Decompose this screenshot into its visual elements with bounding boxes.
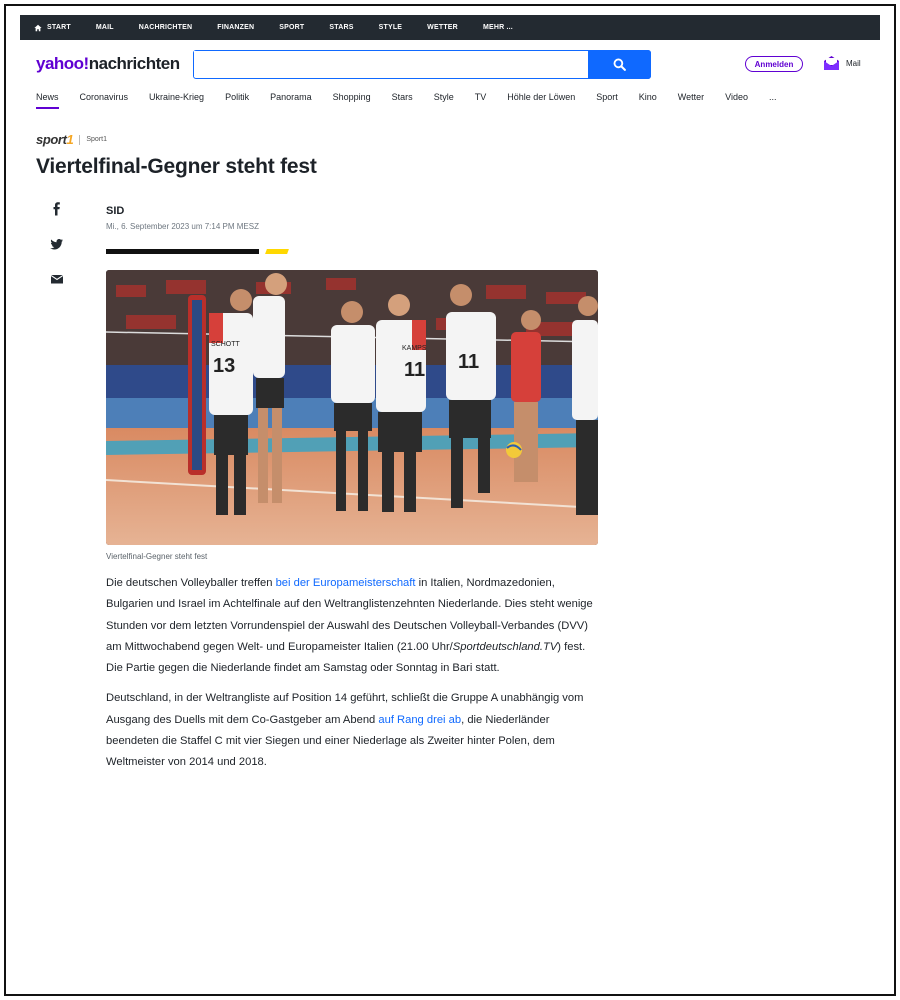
- jersey-name: SCHOTT: [211, 341, 241, 348]
- divider-yellow: [265, 249, 289, 254]
- nav-item-panorama[interactable]: Panorama: [270, 92, 312, 108]
- nav-item-style[interactable]: Style: [434, 92, 454, 108]
- section-navigation: News Coronavirus Ukraine-Krieg Politik P…: [36, 92, 798, 112]
- topbar-item-label: START: [47, 24, 71, 31]
- email-icon[interactable]: [50, 272, 64, 286]
- home-icon: [34, 24, 42, 31]
- search-box: [193, 49, 651, 79]
- yahoo-nachrichten-logo[interactable]: yahoo!nachrichten: [36, 54, 180, 74]
- paragraph-text: Die deutschen Volleyballer treffen: [106, 577, 276, 589]
- topbar-item-label: STARS: [329, 24, 354, 31]
- article-paragraph-1: Die deutschen Volleyballer treffen bei d…: [106, 573, 602, 679]
- divider-black: [106, 249, 259, 254]
- mail-link[interactable]: Mail: [823, 55, 861, 71]
- mail-icon: [824, 56, 839, 70]
- signin-button[interactable]: Anmelden: [745, 56, 803, 72]
- nav-item-kino[interactable]: Kino: [639, 92, 657, 108]
- logo-brand: yahoo!: [36, 54, 89, 73]
- share-bar: [50, 202, 64, 307]
- image-caption: Viertelfinal-Gegner steht fest: [106, 552, 208, 561]
- nav-item-politik[interactable]: Politik: [225, 92, 249, 108]
- search-input[interactable]: [194, 51, 584, 77]
- nav-item-shopping[interactable]: Shopping: [333, 92, 371, 108]
- divider: [79, 134, 81, 145]
- jersey-number: 11: [404, 359, 425, 381]
- link-europameisterschaft[interactable]: bei der Europameisterschaft: [276, 577, 416, 589]
- article-paragraph-2: Deutschland, in der Weltrangliste auf Po…: [106, 688, 602, 773]
- search-button[interactable]: [588, 49, 651, 79]
- nav-item-video[interactable]: Video: [725, 92, 748, 108]
- link-rang-drei[interactable]: auf Rang drei ab: [378, 714, 461, 726]
- search-icon: [613, 58, 626, 71]
- source-name: Sport1: [86, 136, 107, 143]
- volleyball-team-image: SCHOTT 13 KAMPS 11 11: [106, 270, 598, 545]
- nav-item-more[interactable]: ...: [769, 92, 777, 108]
- top-navigation-bar: START MAIL NACHRICHTEN FINANZEN SPORT ST…: [20, 15, 880, 40]
- nav-item-hoehle-der-loewen[interactable]: Höhle der Löwen: [507, 92, 575, 108]
- topbar-item-label: MEHR ...: [482, 24, 513, 31]
- paragraph-italic-text: Sportdeutschland.TV: [452, 640, 558, 653]
- nav-item-sport[interactable]: Sport: [596, 92, 618, 108]
- topbar-item-label: NACHRICHTEN: [138, 24, 193, 31]
- topbar-item-mail[interactable]: MAIL: [96, 24, 114, 31]
- facebook-icon[interactable]: [50, 202, 64, 216]
- nav-item-coronavirus[interactable]: Coronavirus: [80, 92, 129, 108]
- sport1-logo[interactable]: sport1: [36, 132, 74, 147]
- mail-label: Mail: [846, 58, 861, 68]
- jersey-number: 13: [213, 355, 235, 377]
- nav-item-ukraine-krieg[interactable]: Ukraine-Krieg: [149, 92, 204, 108]
- topbar-item-label: STYLE: [378, 24, 403, 31]
- nav-item-stars[interactable]: Stars: [392, 92, 413, 108]
- nav-item-tv[interactable]: TV: [475, 92, 487, 108]
- topbar-item-label: WETTER: [427, 24, 458, 31]
- topbar-item-nachrichten[interactable]: NACHRICHTEN: [139, 24, 193, 31]
- topbar-item-sport[interactable]: SPORT: [279, 24, 304, 31]
- logo-section: nachrichten: [88, 54, 180, 73]
- topbar-item-stars[interactable]: STARS: [329, 24, 353, 31]
- sport1-logo-number: 1: [66, 132, 74, 147]
- nav-item-news[interactable]: News: [36, 92, 59, 109]
- topbar-item-label: FINANZEN: [217, 24, 255, 31]
- topbar-item-label: SPORT: [279, 24, 305, 31]
- topbar-item-style[interactable]: STYLE: [379, 24, 403, 31]
- site-header: yahoo!nachrichten Anmelden Mail: [20, 46, 880, 84]
- article-headline: Viertelfinal-Gegner steht fest: [36, 155, 317, 178]
- article-body: Die deutschen Volleyballer treffen bei d…: [106, 573, 602, 783]
- article-author: SID: [106, 205, 125, 217]
- twitter-icon[interactable]: [50, 237, 64, 251]
- article-photo: SCHOTT 13 KAMPS 11 11: [106, 270, 598, 545]
- topbar-item-mehr[interactable]: MEHR ...: [483, 24, 513, 31]
- sport1-logo-text: sport: [36, 132, 67, 147]
- topbar-item-label: MAIL: [95, 24, 114, 31]
- topbar-item-start[interactable]: START: [34, 24, 71, 32]
- topbar-item-finanzen[interactable]: FINANZEN: [217, 24, 254, 31]
- jersey-name: KAMPS: [402, 345, 427, 352]
- article-source: sport1 Sport1: [36, 132, 107, 147]
- nav-item-wetter[interactable]: Wetter: [678, 92, 704, 108]
- topbar-item-wetter[interactable]: WETTER: [427, 24, 458, 31]
- jersey-number: 11: [458, 351, 479, 373]
- article-date: Mi., 6. September 2023 um 7:14 PM MESZ: [106, 222, 259, 231]
